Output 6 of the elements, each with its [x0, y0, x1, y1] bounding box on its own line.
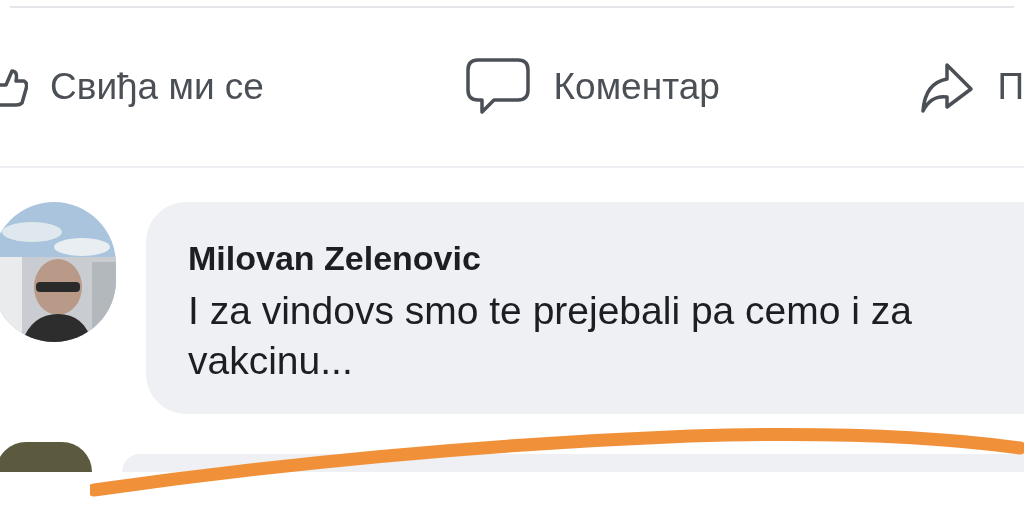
comment-action-button[interactable]: Коментар: [463, 56, 720, 118]
like-action-button[interactable]: Свиђа ми се: [0, 59, 264, 115]
comment-text: I za vindovs smo te prejebali pa cemo i za vakcinu...: [188, 288, 913, 384]
comment-author[interactable]: Milovan Zelenovic: [188, 238, 1014, 278]
avatar-icon: [0, 442, 92, 472]
share-action-button[interactable]: П: [919, 59, 1024, 115]
